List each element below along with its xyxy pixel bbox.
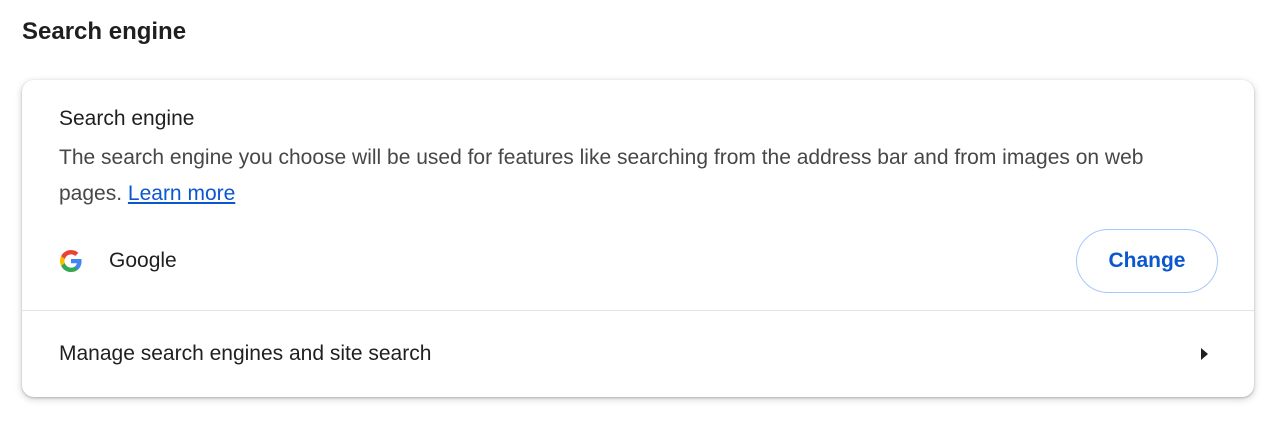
card-description: The search engine you choose will be use… (59, 140, 1209, 212)
learn-more-link[interactable]: Learn more (128, 182, 235, 205)
google-g-icon (59, 249, 83, 273)
current-engine-row: Google Change (59, 228, 1219, 294)
engine-name: Google (109, 249, 177, 272)
card-title: Search engine (59, 107, 195, 130)
search-engine-card: Search engine The search engine you choo… (22, 80, 1254, 397)
section-heading: Search engine (22, 18, 187, 45)
manage-search-engines-row[interactable]: Manage search engines and site search (22, 311, 1254, 397)
manage-label: Manage search engines and site search (59, 342, 432, 365)
change-button[interactable]: Change (1076, 229, 1218, 293)
arrow-right-icon (1201, 348, 1208, 360)
settings-page: Search engine Search engine The search e… (0, 0, 1280, 432)
